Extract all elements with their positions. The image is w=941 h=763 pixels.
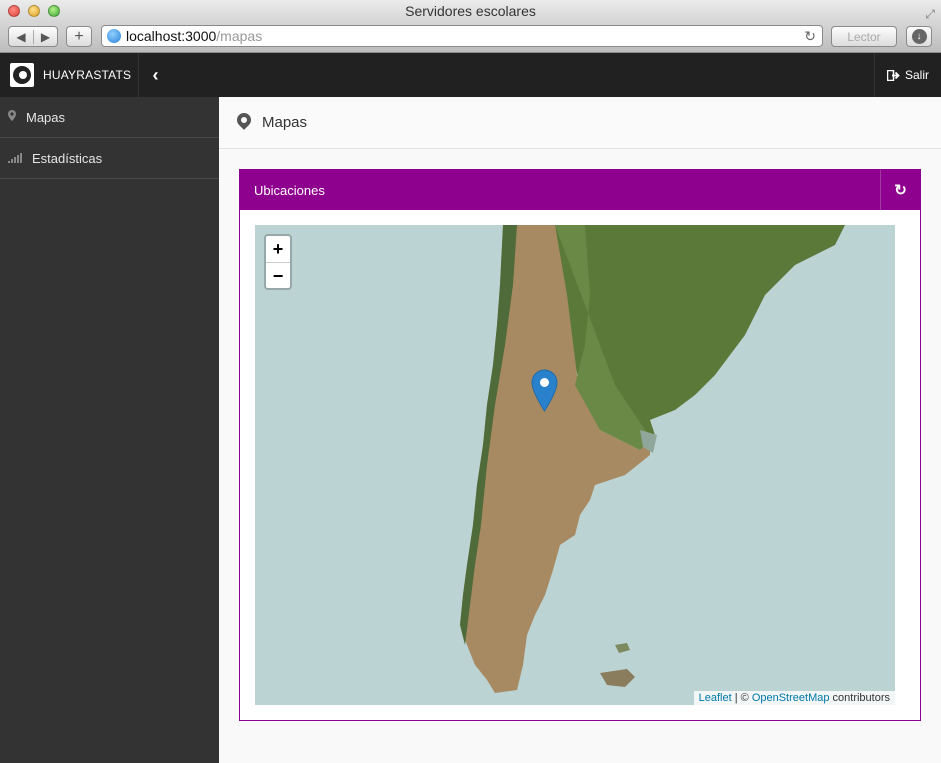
sidebar-item-label: Mapas bbox=[26, 109, 66, 125]
minimize-window-button[interactable] bbox=[28, 5, 40, 17]
satellite-map[interactable] bbox=[255, 225, 895, 705]
chevron-left-icon: ‹ bbox=[152, 64, 159, 85]
sidebar-item-mapas[interactable]: Mapas bbox=[0, 97, 219, 138]
zoom-in-button[interactable]: + bbox=[266, 236, 290, 262]
download-icon: ↓ bbox=[911, 29, 927, 44]
osm-link[interactable]: OpenStreetMap bbox=[752, 692, 830, 704]
logo-icon bbox=[10, 63, 34, 87]
map-view[interactable]: + − Leaflet | © OpenStreetMap contributo… bbox=[255, 225, 895, 705]
refresh-button[interactable]: ↻ bbox=[880, 170, 920, 210]
panel-title: Ubicaciones bbox=[254, 182, 325, 198]
app-header: HUAYRASTATS ‹ Salir bbox=[0, 53, 941, 97]
downloads-button[interactable]: ↓ bbox=[906, 26, 932, 47]
main-content: Mapas Ubicaciones ↻ + − Leaflet | © Open… bbox=[219, 97, 941, 763]
zoom-out-button[interactable]: − bbox=[266, 262, 290, 288]
attribution-suffix: contributors bbox=[829, 692, 890, 704]
history-nav: ◀ ▶ bbox=[8, 26, 58, 47]
zoom-window-button[interactable] bbox=[48, 5, 60, 17]
url-host: localhost:3000 bbox=[126, 28, 217, 44]
window-title: Servidores escolares bbox=[405, 3, 536, 19]
brand-name: HUAYRASTATS bbox=[43, 68, 132, 82]
close-window-button[interactable] bbox=[8, 5, 20, 17]
brand[interactable]: HUAYRASTATS bbox=[0, 53, 138, 97]
back-button[interactable]: ◀ bbox=[9, 30, 33, 44]
map-marker-icon bbox=[237, 113, 251, 133]
forward-button[interactable]: ▶ bbox=[32, 29, 57, 44]
reload-icon[interactable]: ↻ bbox=[804, 26, 816, 46]
reader-button[interactable]: Lector bbox=[831, 26, 897, 47]
page-header: Mapas bbox=[219, 97, 941, 149]
signal-bars-icon bbox=[8, 153, 22, 163]
sidebar: Mapas Estadísticas bbox=[0, 97, 219, 763]
refresh-icon: ↻ bbox=[894, 182, 907, 199]
sign-out-icon bbox=[886, 69, 900, 81]
page-title: Mapas bbox=[262, 114, 308, 131]
address-bar[interactable]: localhost:3000/mapas ↻ bbox=[101, 25, 823, 47]
locations-panel: Ubicaciones ↻ + − Leaflet | © OpenStreet… bbox=[239, 169, 921, 721]
attribution-separator: | © bbox=[731, 692, 752, 704]
collapse-sidebar-button[interactable]: ‹ bbox=[138, 53, 172, 97]
window-titlebar: Servidores escolares ⤢ bbox=[0, 0, 941, 22]
zoom-control: + − bbox=[264, 234, 292, 290]
leaflet-link[interactable]: Leaflet bbox=[699, 692, 732, 704]
panel-header: Ubicaciones ↻ bbox=[240, 170, 920, 210]
map-attribution: Leaflet | © OpenStreetMap contributors bbox=[693, 691, 895, 705]
new-tab-button[interactable]: + bbox=[66, 26, 92, 47]
browser-toolbar: ◀ ▶ + localhost:3000/mapas ↻ Lector ↓ bbox=[0, 22, 941, 53]
map-marker-icon bbox=[0, 110, 26, 124]
globe-icon bbox=[107, 29, 121, 43]
sidebar-item-estadisticas[interactable]: Estadísticas bbox=[0, 138, 219, 179]
logout-label: Salir bbox=[904, 68, 929, 82]
url-path: /mapas bbox=[216, 28, 263, 44]
logout-button[interactable]: Salir bbox=[874, 53, 941, 97]
sidebar-item-label: Estadísticas bbox=[32, 150, 103, 166]
